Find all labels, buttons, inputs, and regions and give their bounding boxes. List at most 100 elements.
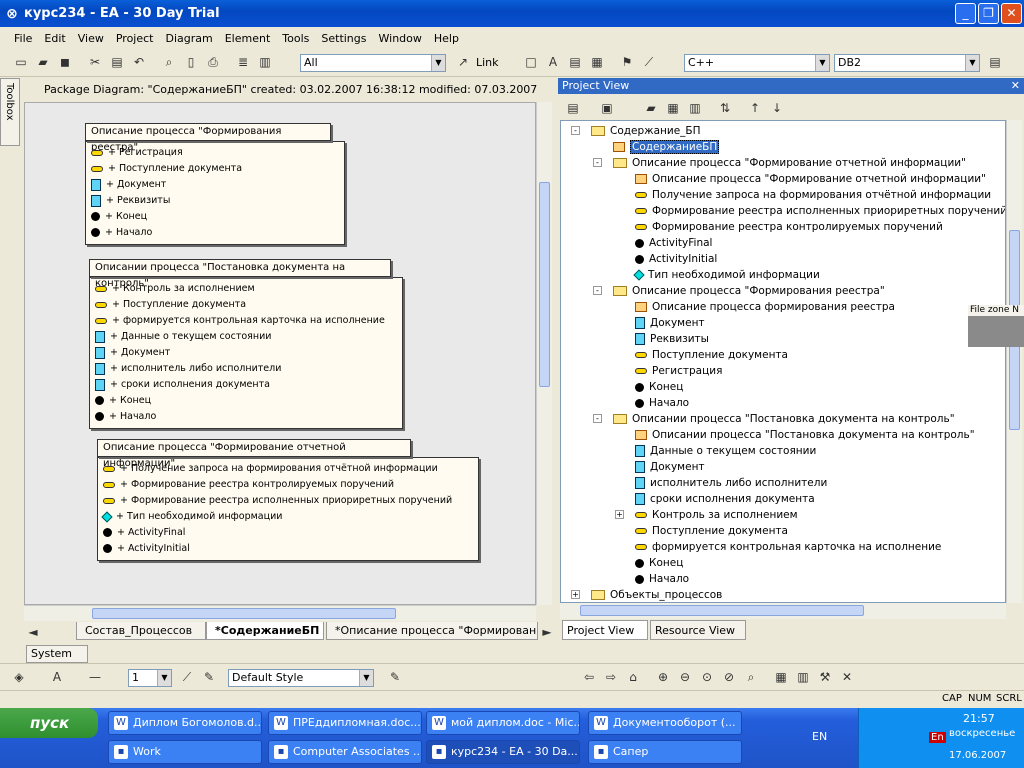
style-combo[interactable]: Default Style ▼: [228, 669, 374, 687]
diagram-vertical-scrollbar[interactable]: [536, 102, 552, 605]
language-combo[interactable]: C++ ▼: [684, 54, 830, 72]
taskbar-task[interactable]: ▪ курс234 - EA - 30 Da...: [426, 740, 580, 764]
tabs-scroll-right-icon[interactable]: ►: [538, 623, 556, 641]
up-icon[interactable]: ↑: [746, 99, 764, 117]
project-tree[interactable]: - Содержание_БП СодержаниеБП - Описание проц…: [560, 120, 1006, 603]
tree-item[interactable]: Тип необходимой информации: [633, 267, 820, 283]
menu-element[interactable]: Element: [225, 32, 271, 45]
undo-icon[interactable]: ↶: [130, 53, 148, 71]
minimize-button[interactable]: _: [955, 3, 976, 24]
package-item[interactable]: + Поступление документа: [91, 161, 242, 177]
tree-item[interactable]: Конец: [635, 379, 683, 395]
cut-icon[interactable]: ✂: [86, 53, 104, 71]
preview-icon[interactable]: ▯: [182, 53, 200, 71]
package-item[interactable]: + сроки исполнения документа: [95, 377, 270, 393]
scroll-thumb[interactable]: [539, 182, 550, 387]
tree-item[interactable]: Описание процесса "Формирование отчетной…: [613, 155, 966, 171]
menu-window[interactable]: Window: [379, 32, 422, 45]
package-item[interactable]: + Конец: [95, 393, 151, 409]
diagram-horizontal-scrollbar[interactable]: [24, 605, 536, 621]
link-icon[interactable]: ↗: [454, 53, 472, 71]
back-icon[interactable]: ⇦: [580, 668, 598, 686]
menu-file[interactable]: File: [14, 32, 32, 45]
pen-icon[interactable]: ✎: [200, 668, 218, 686]
tree-item[interactable]: Получение запроса на формирования отчётн…: [635, 187, 991, 203]
print-icon[interactable]: ⎙: [204, 53, 222, 71]
rectangle-icon[interactable]: □: [522, 53, 540, 71]
taskbar-task[interactable]: W Диплом Богомолов.d...: [108, 711, 262, 735]
new-package-icon[interactable]: ▤: [564, 99, 582, 117]
tree-item[interactable]: Содержание_БП: [591, 123, 701, 139]
tree-item[interactable]: Описании процесса "Постановка документа …: [613, 411, 955, 427]
link-label[interactable]: Link: [476, 56, 499, 69]
note-icon[interactable]: ▤: [566, 53, 584, 71]
zoom-out-icon[interactable]: ⊖: [676, 668, 694, 686]
line-color-icon[interactable]: —: [86, 668, 104, 686]
tag-icon[interactable]: ⚑: [618, 53, 636, 71]
collapse-icon[interactable]: -: [571, 126, 580, 135]
paste-icon[interactable]: ▤: [108, 53, 126, 71]
tree-item[interactable]: Реквизиты: [635, 331, 709, 347]
view-icon[interactable]: ▣: [598, 99, 616, 117]
zoom-normal-icon[interactable]: ⊘: [720, 668, 738, 686]
expand-icon[interactable]: +: [615, 510, 624, 519]
tree-item[interactable]: Контроль за исполнением: [635, 507, 798, 523]
diagram-canvas[interactable]: Описание процесса "Формирования реестра"…: [24, 102, 536, 605]
menu-settings[interactable]: Settings: [321, 32, 366, 45]
package-item[interactable]: + Документ: [91, 177, 166, 193]
tree-item[interactable]: Описание процесса формирования реестра: [635, 299, 895, 315]
system-tab[interactable]: System: [26, 645, 88, 663]
brush-icon[interactable]: ⟋: [178, 668, 196, 686]
layout-icon[interactable]: ▦: [772, 668, 790, 686]
open-icon[interactable]: ▰: [34, 53, 52, 71]
package-item[interactable]: + Реквизиты: [91, 193, 170, 209]
save-icon[interactable]: ◼: [56, 53, 74, 71]
taskbar-task[interactable]: ▪ Work: [108, 740, 262, 764]
package-item[interactable]: + Данные о текущем состоянии: [95, 329, 271, 345]
tree-item[interactable]: ActivityFinal: [635, 235, 712, 251]
diagram-icon[interactable]: ▦: [664, 99, 682, 117]
taskbar-task[interactable]: W Документооборот (...: [588, 711, 742, 735]
script-icon[interactable]: ▤: [986, 53, 1004, 71]
toolbox-panel-tab[interactable]: Toolbox: [0, 78, 20, 146]
notes-icon[interactable]: ▦: [588, 53, 606, 71]
menu-diagram[interactable]: Diagram: [165, 32, 212, 45]
scroll-thumb[interactable]: [580, 605, 864, 616]
tree-item[interactable]: Регистрация: [635, 363, 722, 379]
tree-item[interactable]: Документ: [635, 315, 705, 331]
filter-combo[interactable]: All ▼: [300, 54, 446, 72]
package-item[interactable]: + Контроль за исполнением: [95, 281, 255, 297]
keyboard-layout-badge[interactable]: En: [929, 732, 946, 743]
tree-item[interactable]: Данные о текущем состоянии: [635, 443, 816, 459]
search-icon[interactable]: ⌕: [742, 668, 760, 686]
delete-icon[interactable]: ✕: [838, 668, 856, 686]
taskbar-task[interactable]: W ПРЕддипломная.doc...: [268, 711, 422, 735]
tree-item[interactable]: Объекты_процессов: [591, 587, 722, 602]
taskbar-task[interactable]: ▪ Computer Associates ...: [268, 740, 422, 764]
fill-icon[interactable]: ◈: [10, 668, 28, 686]
tree-item[interactable]: Описание процесса "Формирование отчетной…: [635, 171, 986, 187]
database-combo[interactable]: DB2 ▼: [834, 54, 980, 72]
diagram-tab[interactable]: *СодержаниеБП: [206, 622, 324, 640]
menu-project[interactable]: Project: [116, 32, 154, 45]
package-item[interactable]: + ActivityInitial: [103, 541, 190, 557]
find-icon[interactable]: ⌕: [160, 53, 178, 71]
language-indicator[interactable]: EN: [812, 730, 827, 743]
home-icon[interactable]: ⌂: [624, 668, 642, 686]
package-item[interactable]: + Формирование реестра исполненных приор…: [103, 493, 452, 509]
tree-item[interactable]: Конец: [635, 555, 683, 571]
folder-icon[interactable]: ▰: [642, 99, 660, 117]
tree-item[interactable]: Формирование реестра контролируемых пору…: [635, 219, 943, 235]
menu-tools[interactable]: Tools: [282, 32, 309, 45]
zoom-in-icon[interactable]: ⊕: [654, 668, 672, 686]
tab-resource-view[interactable]: Resource View: [650, 620, 746, 640]
tree-item[interactable]: Документ: [635, 459, 705, 475]
tree-item[interactable]: Описание процесса "Формирования реестра": [613, 283, 885, 299]
menu-view[interactable]: View: [78, 32, 104, 45]
package-item[interactable]: + Регистрация: [91, 145, 183, 161]
package-item[interactable]: + Начало: [91, 225, 152, 241]
tree-horizontal-scrollbar[interactable]: [560, 603, 1006, 619]
line-icon[interactable]: ⟋: [640, 53, 658, 71]
tree-item[interactable]: исполнитель либо исполнители: [635, 475, 827, 491]
tree-item[interactable]: Начало: [635, 395, 689, 411]
